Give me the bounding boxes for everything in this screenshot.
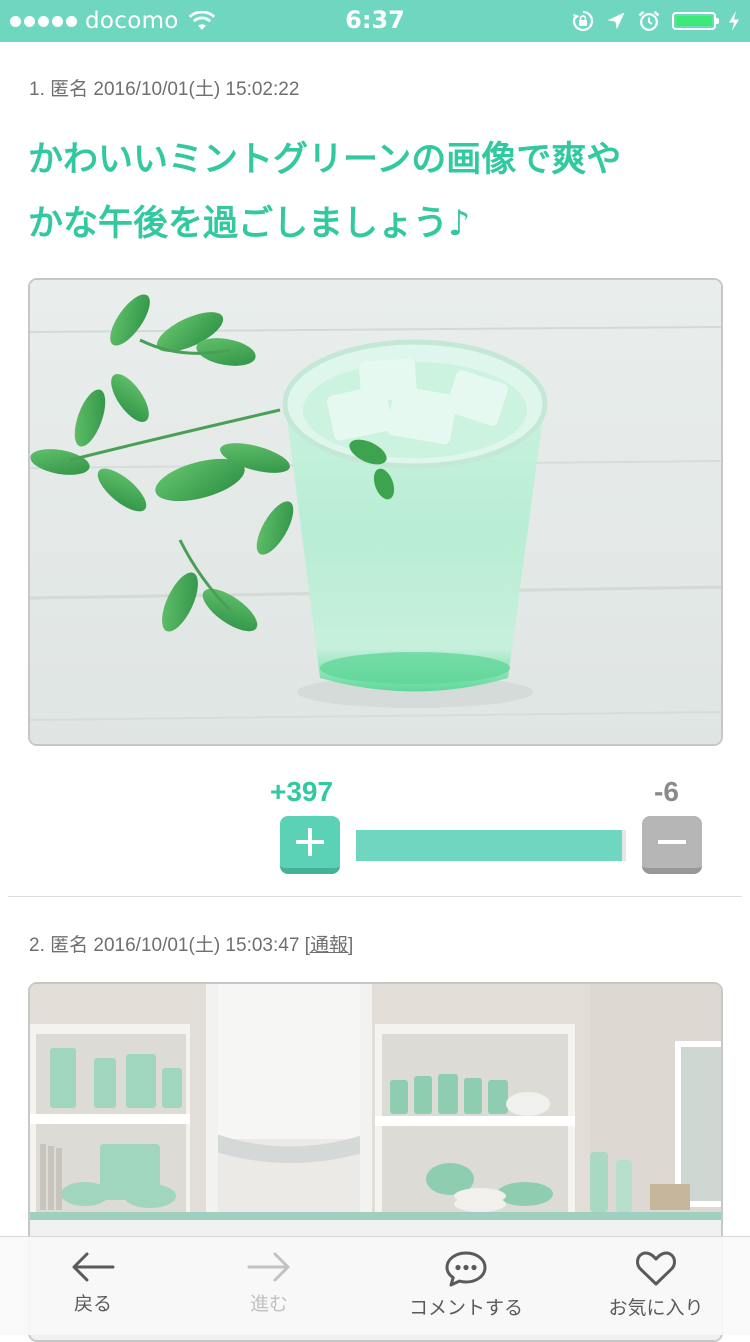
comment-button[interactable]: コメントする: [396, 1237, 536, 1335]
status-right: [572, 8, 740, 34]
location-arrow-icon: [607, 12, 625, 30]
forward-button[interactable]: 進む: [216, 1237, 322, 1335]
vote-ratio-fill: [356, 830, 622, 861]
post-title-line-1: かわいいミントグリーンの画像で爽や: [28, 140, 622, 180]
plus-icon: [296, 828, 324, 856]
rotation-lock-icon: [572, 10, 594, 32]
post-title-line-2: かな午後を過ごしましょう♪: [28, 204, 471, 244]
minus-vote-button[interactable]: [642, 816, 702, 874]
back-arrow-icon: [72, 1252, 115, 1282]
post-meta: 2. 匿名 2016/10/01(土) 15:03:47 [通報]: [29, 930, 353, 957]
back-button[interactable]: 戻る: [40, 1237, 146, 1335]
forward-label: 進む: [249, 1293, 288, 1315]
plus-vote-count: +397: [270, 776, 334, 807]
minus-icon: [658, 840, 686, 844]
minus-vote-count: -6: [654, 776, 679, 807]
forward-arrow-icon: [247, 1252, 290, 1282]
vote-ratio-bar: [356, 830, 626, 861]
plus-vote-button[interactable]: [280, 816, 340, 874]
heart-icon: [636, 1251, 676, 1286]
favorite-button[interactable]: お気に入り: [596, 1237, 716, 1335]
post-meta-text: 2. 匿名 2016/10/01(土) 15:03:47: [29, 935, 300, 956]
comment-bubble-icon: [445, 1251, 487, 1287]
battery-icon: [672, 12, 719, 30]
favorite-label: お気に入り: [608, 1297, 704, 1319]
mint-drink-photo: [30, 280, 721, 744]
bottom-toolbar: 戻る 進む コメントする お気に入り: [0, 1236, 750, 1335]
post-title: かわいいミントグリーンの画像で爽や かな午後を過ごしましょう♪: [28, 128, 718, 256]
comment-label: コメントする: [408, 1297, 523, 1319]
post-image-mint-drink[interactable]: [28, 278, 723, 746]
status-bar: docomo 6:37: [0, 0, 750, 42]
post-meta: 1. 匿名 2016/10/01(土) 15:02:22: [29, 79, 300, 100]
charging-bolt-icon: [729, 11, 739, 31]
back-label: 戻る: [73, 1293, 112, 1315]
post-divider: [8, 896, 742, 897]
report-link[interactable]: [通報]: [305, 935, 354, 956]
alarm-icon: [638, 10, 660, 31]
